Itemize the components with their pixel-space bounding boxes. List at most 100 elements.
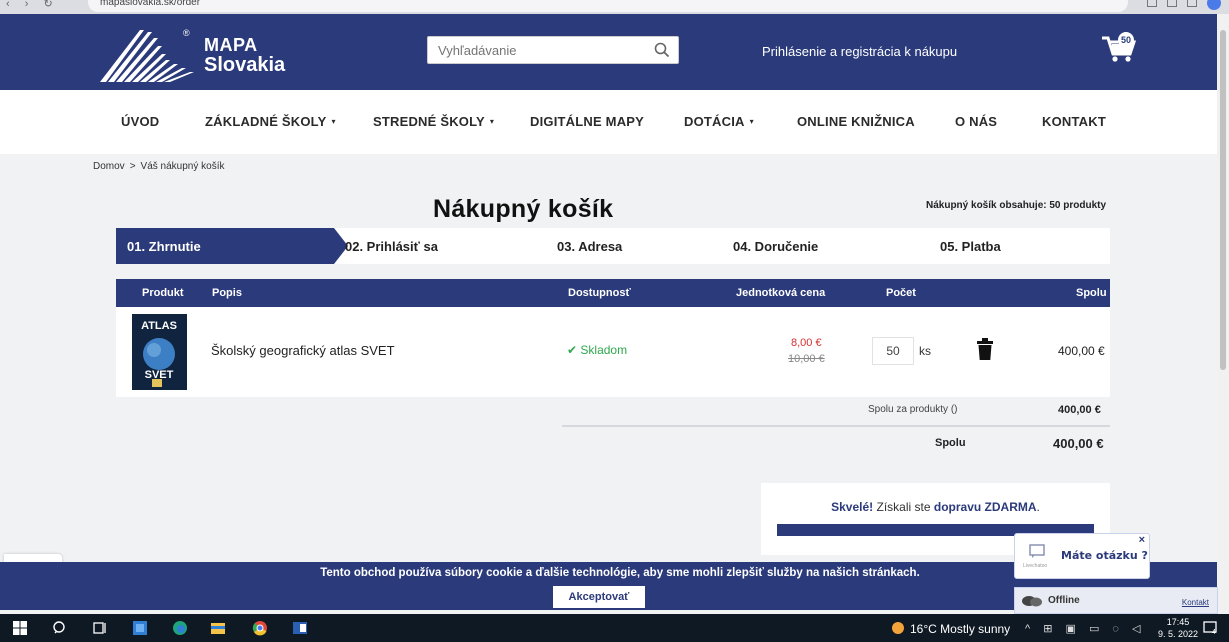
windows-taskbar: 16°C Mostly sunny ^ ⊞ ▣ ▭ ◌ ◁ 17:45 9. 5… [0, 614, 1229, 642]
profile-avatar[interactable] [1207, 0, 1221, 10]
site-header: ® MAPA Slovakia Prihlásenie a registráci… [0, 14, 1217, 90]
grand-total-label: Spolu [935, 437, 966, 449]
weather-widget[interactable]: 16°C Mostly sunny [892, 622, 1010, 636]
breadcrumb-home[interactable]: Domov [93, 161, 125, 172]
sun-icon [892, 622, 904, 634]
chat-status: Offline [1048, 595, 1080, 606]
store-icon[interactable] [132, 620, 148, 636]
table-row: ATLAS SVET Školský geografický atlas SVE… [116, 307, 1110, 397]
logo-line-1: MAPA [204, 35, 258, 55]
chat-widget-bubble[interactable]: Livechatoo Máte otázku ? × [1014, 533, 1150, 579]
breadcrumb-current: Váš nákupný košík [140, 161, 225, 172]
chat-brand: Livechatoo [1023, 563, 1048, 569]
cart-count-badge: 50 [1118, 32, 1134, 48]
nav-item-uvod[interactable]: ÚVOD [121, 114, 159, 129]
column-description: Popis [212, 287, 242, 299]
search-box [427, 36, 679, 64]
search-icon[interactable] [52, 620, 68, 636]
table-header: Produkt Popis Dostupnosť Jednotková cena… [116, 279, 1110, 307]
login-register-link[interactable]: Prihlásenie a registrácia k nákupu [762, 44, 957, 59]
logo-line-2: Slovakia [204, 54, 286, 76]
chevron-down-icon: ▾ [331, 117, 336, 126]
thumb-title: ATLAS [141, 320, 177, 332]
cart-item-count: Nákupný košík obsahuje: 50 produkty [926, 200, 1107, 211]
availability-label: Skladom [580, 343, 628, 357]
breadcrumb-separator: > [129, 161, 136, 172]
scrollbar-thumb[interactable] [1220, 30, 1226, 370]
grand-total-value: 400,00 € [1053, 436, 1104, 451]
nav-item-o-nas[interactable]: O NÁS [955, 114, 997, 129]
system-tray-icons[interactable]: ^ ⊞ ▣ ▭ ◌ ◁ [1025, 622, 1145, 635]
quantity-input[interactable] [872, 337, 914, 365]
windows-start-icon[interactable] [12, 620, 28, 636]
breadcrumb: Domov > Váš nákupný košík [93, 161, 224, 172]
column-quantity: Počet [886, 287, 916, 299]
column-product: Produkt [142, 287, 184, 299]
nav-item-online-kniznica[interactable]: ONLINE KNIŽNICA [797, 114, 915, 129]
nav-item-kontakt[interactable]: KONTAKT [1042, 114, 1106, 129]
clock-date: 9. 5. 2022 [1158, 629, 1199, 639]
column-availability: Dostupnosť [568, 287, 631, 299]
chat-contact-link[interactable]: Kontakt [1182, 598, 1209, 607]
step-login[interactable]: 02. Prihlásiť sa [345, 239, 438, 254]
file-explorer-icon[interactable] [210, 620, 226, 636]
chevron-down-icon: ▾ [489, 117, 495, 126]
price-original: 10,00 € [788, 353, 825, 365]
step-address[interactable]: 03. Adresa [557, 239, 622, 254]
logo-text[interactable]: MAPA Slovakia [204, 36, 285, 76]
nav-item-stredne-skoly[interactable]: STREDNÉ ŠKOLY ▾ [373, 114, 494, 129]
close-icon[interactable]: × [1139, 534, 1145, 546]
search-input[interactable] [428, 37, 638, 63]
page-title: Nákupný košík [433, 195, 614, 223]
cart-table: Produkt Popis Dostupnosť Jednotková cena… [116, 279, 1110, 397]
nav-item-zakladne-skoly[interactable]: ZÁKLADNÉ ŠKOLY ▾ [205, 114, 336, 129]
step-summary[interactable]: 01. Zhrnutie [127, 239, 201, 254]
chat-status-bar[interactable]: Offline Kontakt [1014, 587, 1218, 614]
task-view-icon[interactable] [92, 620, 108, 636]
free-shipping-message: Skvelé! Získali ste dopravu ZDARMA. [831, 500, 1040, 514]
checkmark-icon: ✔ [567, 343, 578, 357]
browser-nav-arrows[interactable]: ‹ › ↻ [6, 0, 59, 10]
extension-icon[interactable] [1147, 0, 1157, 7]
edge-icon[interactable] [172, 620, 188, 636]
products-subtotal-value: 400,00 € [1058, 404, 1101, 416]
trash-icon[interactable] [976, 338, 994, 360]
quantity-unit: ks [919, 344, 931, 358]
step-payment[interactable]: 05. Platba [940, 239, 1001, 254]
chat-icon [1029, 544, 1045, 558]
browser-actions [1147, 0, 1221, 10]
accept-cookies-button[interactable]: Akceptovať [553, 586, 645, 608]
column-total: Spolu [1076, 287, 1107, 299]
url-text: mapaslovakia.sk/order [100, 0, 201, 8]
weather-text: 16°C Mostly sunny [910, 622, 1011, 636]
clock[interactable]: 17:45 9. 5. 2022 [1158, 616, 1198, 640]
registered-mark: ® [183, 28, 190, 38]
checkout-steps: 01. Zhrnutie 02. Prihlásiť sa 03. Adresa… [116, 228, 1110, 264]
price-current: 8,00 € [791, 337, 822, 349]
product-thumbnail[interactable]: ATLAS SVET [132, 314, 187, 390]
summary-divider [562, 425, 1110, 427]
product-name[interactable]: Školský geografický atlas SVET [211, 343, 395, 358]
chat-question[interactable]: Máte otázku ? [1061, 549, 1148, 562]
main-navigation: ÚVOD ZÁKLADNÉ ŠKOLY ▾ STREDNÉ ŠKOLY ▾ DIGI… [0, 90, 1217, 154]
chevron-down-icon: ▾ [749, 117, 754, 126]
browser-toolbar: ‹ › ↻ mapaslovakia.sk/order [0, 0, 1229, 14]
availability-status: ✔ Skladom [567, 343, 627, 357]
thumb-subtitle: SVET [145, 369, 174, 381]
column-unit-price: Jednotková cena [736, 287, 826, 299]
word-icon[interactable] [292, 620, 308, 636]
chat-bubbles-icon [1022, 596, 1042, 607]
nav-item-dotacia[interactable]: DOTÁCIA ▾ [684, 114, 754, 129]
bookmark-icon[interactable] [1167, 0, 1177, 7]
products-subtotal-label: Spolu za produkty () [868, 404, 958, 415]
chrome-icon[interactable] [252, 620, 268, 636]
address-bar[interactable]: mapaslovakia.sk/order [88, 0, 1128, 12]
step-delivery[interactable]: 04. Doručenie [733, 239, 818, 254]
search-icon[interactable] [654, 42, 670, 58]
nav-item-digitalne-mapy[interactable]: DIGITÁLNE MAPY [530, 114, 644, 129]
row-total: 400,00 € [1058, 344, 1105, 358]
notifications-icon[interactable]: 4 [1203, 621, 1217, 635]
clock-time: 17:45 [1166, 617, 1190, 627]
notification-count: 4 [1212, 629, 1216, 635]
tab-icon[interactable] [1187, 0, 1197, 7]
